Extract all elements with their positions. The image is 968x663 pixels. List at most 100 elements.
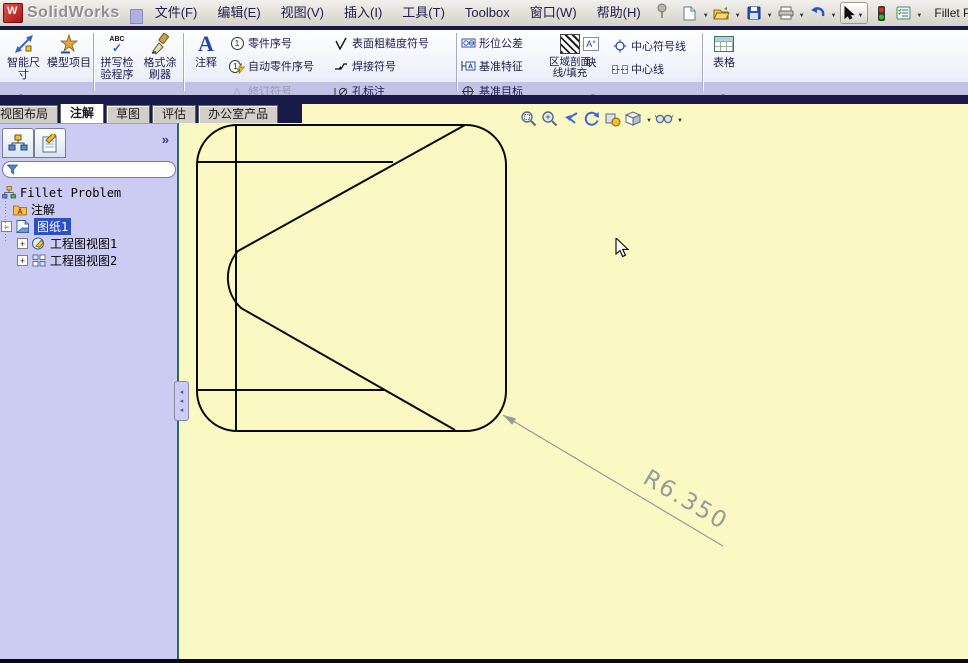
drawing-sheet[interactable]: R6.350: [179, 123, 968, 659]
tree-item-label[interactable]: 工程图视图1: [50, 235, 117, 252]
menu-collapse-chip[interactable]: [130, 9, 143, 24]
menu-help[interactable]: 帮助(H): [587, 0, 651, 26]
panel-expand-chevron-icon[interactable]: [162, 132, 169, 147]
menu-toolbox[interactable]: Toolbox: [455, 0, 520, 26]
save-dropdown-icon[interactable]: [767, 4, 773, 22]
ribbon-spell-checker[interactable]: 拼写检验程序: [96, 32, 138, 81]
tree-item-label[interactable]: 工程图视图2: [50, 252, 117, 269]
tab-propertymanager[interactable]: [34, 128, 66, 158]
dimension-text[interactable]: R6.350: [639, 465, 733, 535]
command-manager-ribbon: 智能尺寸 模型项目 拼写检验程序 格式涂刷器 注释: [0, 30, 968, 95]
menu-edit[interactable]: 编辑(E): [207, 0, 270, 26]
tree-connector: [5, 198, 6, 242]
collapse-expander-icon[interactable]: [1, 221, 12, 232]
tree-item-label[interactable]: 注解: [31, 201, 55, 218]
ribbon-block[interactable]: 块: [577, 32, 605, 69]
radius-dimension[interactable]: R6.350: [503, 415, 732, 546]
mouse-cursor: [615, 238, 631, 263]
select-dropdown-icon[interactable]: [857, 4, 863, 22]
options-dropdown-icon[interactable]: [916, 4, 922, 22]
open-icon[interactable]: [712, 3, 732, 23]
solidworks-window: SolidWorks 文件(F) 编辑(E) 视图(V) 插入(I) 工具(T)…: [0, 0, 968, 663]
new-dropdown-icon[interactable]: [703, 4, 709, 22]
part-triangle-profile[interactable]: [228, 125, 465, 430]
menu-tools[interactable]: 工具(T): [392, 0, 455, 26]
traffic-light-icon[interactable]: [871, 3, 891, 23]
tab-view-layout[interactable]: 视图布局: [0, 105, 58, 123]
ribbon-auto-balloon[interactable]: 自动零件序号: [229, 58, 314, 74]
ribbon-surface-finish[interactable]: 表面粗糙度符号: [333, 35, 429, 51]
print-dropdown-icon[interactable]: [799, 4, 805, 22]
tree-root-label[interactable]: Fillet Problem: [20, 186, 121, 200]
ribbon-datum-feature[interactable]: 基准特征: [460, 58, 523, 74]
ribbon-weld-symbol[interactable]: 焊接符号: [333, 58, 396, 74]
ribbon-model-items[interactable]: 模型项目: [47, 32, 91, 69]
ribbon-label: 中心线: [631, 61, 664, 77]
options-list-icon[interactable]: [893, 3, 913, 23]
ribbon-label: 中心符号线: [631, 38, 686, 54]
ribbon-format-painter[interactable]: 格式涂刷器: [139, 32, 181, 81]
drawing-view2-icon: [32, 254, 46, 267]
print-icon[interactable]: [776, 3, 796, 23]
menu-insert[interactable]: 插入(I): [334, 0, 392, 26]
select-tool[interactable]: [840, 2, 868, 24]
tree-filter-input[interactable]: [2, 161, 176, 178]
ribbon-label: 智能尺寸: [2, 57, 45, 81]
ribbon-smart-dimension[interactable]: 智能尺寸: [2, 32, 45, 81]
ribbon-center-mark[interactable]: 中心符号线: [612, 38, 686, 54]
pushpin-icon[interactable]: [655, 3, 669, 24]
ribbon-label: 拼写检验程序: [96, 57, 138, 81]
ribbon-balloon[interactable]: 零件序号: [229, 35, 292, 51]
ribbon-label: 自动零件序号: [248, 58, 314, 74]
save-icon[interactable]: [744, 3, 764, 23]
table-icon: [714, 32, 734, 56]
weld-symbol-icon: [333, 59, 349, 73]
ribbon-divider: [702, 33, 703, 91]
title-menu-bar: SolidWorks 文件(F) 编辑(E) 视图(V) 插入(I) 工具(T)…: [0, 0, 968, 26]
tree-item-label-selected[interactable]: 图纸1: [34, 218, 71, 235]
drawing-view1-icon: [32, 237, 46, 250]
part-outline-rounded-square[interactable]: [197, 125, 506, 431]
workspace: 视图布局 注解 草图 评估 办公室产品: [0, 104, 968, 659]
document-title: Fillet Probl...: [934, 6, 968, 20]
dimension-arrowhead: [503, 415, 516, 425]
tree-sheet1-row[interactable]: 图纸1: [0, 218, 176, 235]
tree-annotations-row[interactable]: 注解: [0, 201, 176, 218]
dimension-leader-line[interactable]: [503, 415, 723, 546]
datum-feature-icon: [460, 59, 476, 73]
auto-balloon-icon: [229, 59, 245, 73]
undo-dropdown-icon[interactable]: [831, 4, 837, 22]
ribbon-label: 基准特征: [479, 58, 523, 74]
expand-expander-icon[interactable]: [17, 255, 28, 266]
tab-evaluate[interactable]: 评估: [152, 105, 196, 123]
block-icon: [583, 32, 599, 56]
featuremanager-icon: [8, 134, 28, 152]
ribbon-geometric-tolerance[interactable]: 形位公差: [460, 35, 523, 51]
tab-sketch[interactable]: 草图: [106, 105, 150, 123]
ribbon-centerline[interactable]: 中心线: [612, 61, 664, 77]
undo-icon[interactable]: [808, 3, 828, 23]
select-arrow-icon: [843, 6, 855, 20]
menu-view[interactable]: 视图(V): [271, 0, 334, 26]
propertymanager-icon: [40, 134, 60, 153]
ribbon-table[interactable]: 表格: [706, 32, 742, 69]
tree-drawing-view1-row[interactable]: 工程图视图1: [0, 235, 176, 252]
new-document-icon[interactable]: [680, 3, 700, 23]
tab-office-products[interactable]: 办公室产品: [198, 105, 278, 123]
ribbon-note[interactable]: 注释: [187, 32, 225, 69]
ribbon-label: 零件序号: [248, 35, 292, 51]
tree-root-row[interactable]: Fillet Problem: [0, 184, 176, 201]
panel-splitter-handle[interactable]: [174, 381, 189, 421]
menu-file[interactable]: 文件(F): [145, 0, 208, 26]
open-dropdown-icon[interactable]: [735, 4, 741, 22]
ribbon-label: 模型项目: [47, 57, 91, 69]
menu-window[interactable]: 窗口(W): [520, 0, 587, 26]
ribbon-bottom-strip: [0, 95, 968, 104]
collapse-arrow-icon: [180, 397, 184, 406]
expand-expander-icon[interactable]: [17, 238, 28, 249]
tab-annotation[interactable]: 注解: [60, 104, 104, 123]
tree-drawing-view2-row[interactable]: 工程图视图2: [0, 252, 176, 269]
tab-featuremanager-tree[interactable]: [2, 128, 34, 158]
collapse-arrow-icon: [180, 388, 184, 397]
ribbon-divider: [93, 33, 94, 91]
